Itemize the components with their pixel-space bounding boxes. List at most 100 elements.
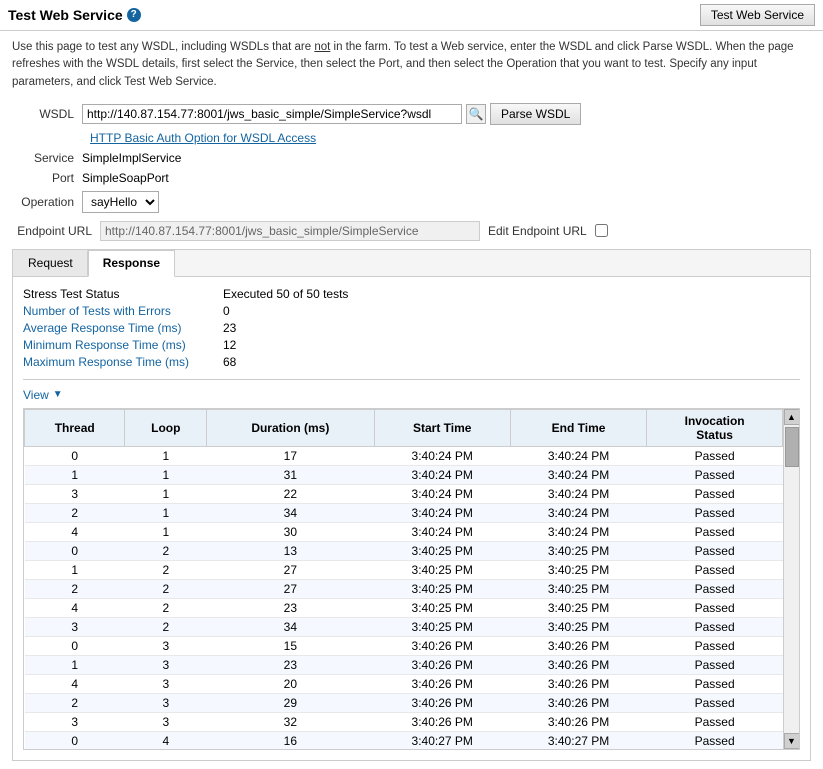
cell-loop: 4 <box>125 731 207 749</box>
cell-loop: 2 <box>125 579 207 598</box>
cell-end: 3:40:24 PM <box>510 522 646 541</box>
cell-thread: 1 <box>25 465 125 484</box>
tab-response[interactable]: Response <box>88 250 175 277</box>
col-thread: Thread <box>25 409 125 446</box>
http-auth-link[interactable]: HTTP Basic Auth Option for WSDL Access <box>90 131 316 145</box>
cell-duration: 22 <box>207 484 374 503</box>
cell-loop: 2 <box>125 560 207 579</box>
cell-thread: 0 <box>25 636 125 655</box>
table-header-row: Thread Loop Duration (ms) Start Time End… <box>25 409 783 446</box>
cell-status: Passed <box>647 503 783 522</box>
cell-end: 3:40:26 PM <box>510 693 646 712</box>
cell-start: 3:40:24 PM <box>374 503 510 522</box>
cell-end: 3:40:24 PM <box>510 503 646 522</box>
table-row: 11313:40:24 PM3:40:24 PMPassed <box>25 465 783 484</box>
cell-duration: 27 <box>207 579 374 598</box>
max-value: 68 <box>223 355 236 369</box>
cell-duration: 32 <box>207 712 374 731</box>
cell-status: Passed <box>647 560 783 579</box>
service-label: Service <box>12 151 82 165</box>
cell-start: 3:40:24 PM <box>374 446 510 465</box>
cell-end: 3:40:26 PM <box>510 655 646 674</box>
port-row: Port SimpleSoapPort <box>12 171 811 185</box>
table-row: 02133:40:25 PM3:40:25 PMPassed <box>25 541 783 560</box>
col-end: End Time <box>510 409 646 446</box>
cell-start: 3:40:25 PM <box>374 598 510 617</box>
cell-status: Passed <box>647 484 783 503</box>
cell-loop: 3 <box>125 693 207 712</box>
stress-stats: Stress Test Status Executed 50 of 50 tes… <box>23 287 800 369</box>
help-icon[interactable]: ? <box>127 8 141 22</box>
table-row: 41303:40:24 PM3:40:24 PMPassed <box>25 522 783 541</box>
cell-duration: 34 <box>207 617 374 636</box>
edit-endpoint-label: Edit Endpoint URL <box>488 224 587 238</box>
cell-start: 3:40:24 PM <box>374 465 510 484</box>
scroll-down-arrow[interactable]: ▼ <box>784 733 800 749</box>
scroll-thumb[interactable] <box>785 427 799 467</box>
cell-loop: 2 <box>125 617 207 636</box>
tab-request[interactable]: Request <box>13 250 88 276</box>
cell-status: Passed <box>647 655 783 674</box>
cell-thread: 4 <box>25 598 125 617</box>
stress-status-value: Executed 50 of 50 tests <box>223 287 348 301</box>
table-row: 23293:40:26 PM3:40:26 PMPassed <box>25 693 783 712</box>
service-value: SimpleImplService <box>82 151 181 165</box>
cell-start: 3:40:26 PM <box>374 636 510 655</box>
cell-start: 3:40:26 PM <box>374 655 510 674</box>
cell-duration: 30 <box>207 522 374 541</box>
operation-select[interactable]: sayHello <box>82 191 159 213</box>
cell-end: 3:40:25 PM <box>510 560 646 579</box>
cell-thread: 3 <box>25 712 125 731</box>
test-web-service-button[interactable]: Test Web Service <box>700 4 815 26</box>
desc-not: not <box>314 41 330 53</box>
tabs-header: Request Response <box>13 250 810 277</box>
port-label: Port <box>12 171 82 185</box>
cell-duration: 20 <box>207 674 374 693</box>
cell-thread: 2 <box>25 693 125 712</box>
cell-loop: 1 <box>125 522 207 541</box>
cell-thread: 1 <box>25 560 125 579</box>
cell-end: 3:40:26 PM <box>510 712 646 731</box>
cell-end: 3:40:25 PM <box>510 541 646 560</box>
cell-start: 3:40:24 PM <box>374 484 510 503</box>
col-status: InvocationStatus <box>647 409 783 446</box>
cell-end: 3:40:25 PM <box>510 598 646 617</box>
operation-row: Operation sayHello <box>12 191 811 213</box>
cell-end: 3:40:26 PM <box>510 674 646 693</box>
cell-end: 3:40:26 PM <box>510 636 646 655</box>
cell-duration: 17 <box>207 446 374 465</box>
min-row: Minimum Response Time (ms) 12 <box>23 338 800 352</box>
cell-duration: 23 <box>207 598 374 617</box>
view-label: View <box>23 388 49 402</box>
max-row: Maximum Response Time (ms) 68 <box>23 355 800 369</box>
cell-start: 3:40:24 PM <box>374 522 510 541</box>
table-row: 03153:40:26 PM3:40:26 PMPassed <box>25 636 783 655</box>
cell-duration: 31 <box>207 465 374 484</box>
col-loop: Loop <box>125 409 207 446</box>
cell-loop: 1 <box>125 484 207 503</box>
cell-loop: 2 <box>125 541 207 560</box>
scroll-up-arrow[interactable]: ▲ <box>784 409 800 425</box>
cell-start: 3:40:25 PM <box>374 617 510 636</box>
results-table: Thread Loop Duration (ms) Start Time End… <box>24 409 783 749</box>
chevron-down-icon: ▼ <box>53 389 63 400</box>
cell-loop: 1 <box>125 503 207 522</box>
endpoint-row: Endpoint URL Edit Endpoint URL <box>12 221 811 241</box>
cell-status: Passed <box>647 712 783 731</box>
cell-duration: 29 <box>207 693 374 712</box>
table-row: 32343:40:25 PM3:40:25 PMPassed <box>25 617 783 636</box>
page-title: Test Web Service <box>8 7 123 23</box>
description-text: Use this page to test any WSDL, includin… <box>12 39 811 91</box>
search-icon[interactable]: 🔍 <box>466 104 486 124</box>
table-row: 31223:40:24 PM3:40:24 PMPassed <box>25 484 783 503</box>
view-dropdown[interactable]: View ▼ <box>23 388 800 402</box>
cell-duration: 16 <box>207 731 374 749</box>
cell-thread: 0 <box>25 541 125 560</box>
edit-endpoint-checkbox[interactable] <box>595 224 608 237</box>
cell-duration: 15 <box>207 636 374 655</box>
cell-end: 3:40:25 PM <box>510 617 646 636</box>
cell-status: Passed <box>647 541 783 560</box>
cell-start: 3:40:25 PM <box>374 541 510 560</box>
wsdl-input[interactable] <box>82 104 462 124</box>
parse-wsdl-button[interactable]: Parse WSDL <box>490 103 581 125</box>
